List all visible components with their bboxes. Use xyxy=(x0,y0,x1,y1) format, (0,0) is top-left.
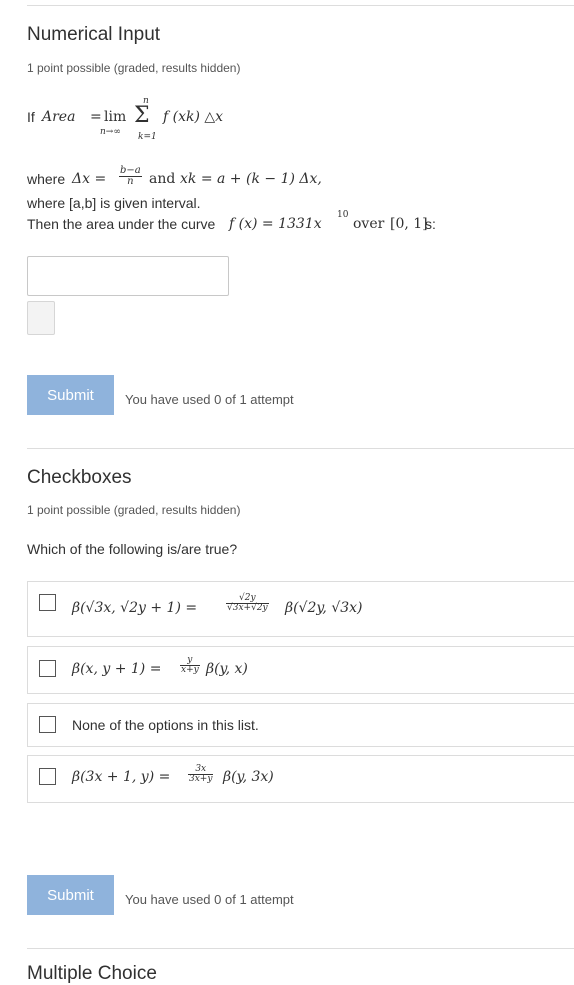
formula-area: If Area = lim n→∞ n Σ k=1 f (xk) △x xyxy=(27,96,327,146)
option-fraction-den: x+y xyxy=(181,665,199,675)
option-checkbox[interactable] xyxy=(39,594,56,611)
then-over: over xyxy=(353,216,385,232)
option-3[interactable]: None of the options in this list. xyxy=(27,703,574,747)
problem-title: Numerical Input xyxy=(27,24,161,45)
option-4[interactable]: β(3x + 1, y) = 3x 3x+y β(y, 3x) xyxy=(27,755,574,803)
option-checkbox[interactable] xyxy=(39,768,56,785)
answer-preview-box xyxy=(27,301,55,335)
where-dx: Δx = xyxy=(72,171,107,187)
where-xk: xk = a + (k − 1) Δx, xyxy=(180,171,322,187)
formula-lim-sub: n→∞ xyxy=(100,127,121,137)
option-lhs: β(3x + 1, y) = xyxy=(72,769,171,785)
option-checkbox[interactable] xyxy=(39,660,56,677)
then-interval: [0, 1] xyxy=(390,216,428,232)
option-1[interactable]: β(√3x, √2y + 1) = √2y √3x+√2y β(√2y, √3x… xyxy=(27,581,574,637)
option-fraction: 3x 3x+y xyxy=(188,765,214,784)
then-prefix: Then the area under the curve xyxy=(27,216,216,232)
submit-button[interactable]: Submit xyxy=(27,875,114,915)
question-text: Which of the following is/are true? xyxy=(27,541,238,557)
then-function: f (x) = 1331x xyxy=(229,216,322,232)
option-rhs: β(y, 3x) xyxy=(223,769,274,785)
formula-area-var: Area xyxy=(42,109,76,125)
option-fraction: y x+y xyxy=(180,656,200,675)
where-fraction-den: n xyxy=(127,176,134,187)
option-rhs: β(√2y, √3x) xyxy=(285,600,363,616)
where-fraction: b−a n xyxy=(119,166,142,187)
where-line-1: where Δx = b−a n and xk = a + (k − 1) Δx… xyxy=(27,166,387,190)
where-and: and xyxy=(149,171,176,187)
then-exponent: 10 xyxy=(337,210,349,220)
option-2[interactable]: β(x, y + 1) = y x+y β(y, x) xyxy=(27,646,574,694)
option-fraction-den: 3x+y xyxy=(189,774,213,784)
answer-input[interactable] xyxy=(27,256,229,296)
formula-if: If xyxy=(27,109,35,125)
option-lhs: β(x, y + 1) = xyxy=(72,661,162,677)
then-line: Then the area under the curve f (x) = 13… xyxy=(27,208,527,234)
option-rhs: β(y, x) xyxy=(206,661,248,677)
formula-sum-bottom: k=1 xyxy=(138,132,157,142)
formula-lim: lim xyxy=(104,109,127,125)
option-fraction-den: √3x+√2y xyxy=(227,603,268,613)
problem-points: 1 point possible (graded, results hidden… xyxy=(27,503,241,517)
then-suffix: s: xyxy=(425,216,436,232)
formula-body: f (xk) △x xyxy=(163,109,224,125)
submit-button[interactable]: Submit xyxy=(27,375,114,415)
formula-sum: Σ xyxy=(134,103,150,128)
section-divider xyxy=(27,948,574,949)
attempts-text: You have used 0 of 1 attempt xyxy=(125,392,294,407)
top-divider xyxy=(27,5,574,6)
option-lhs: β(√3x, √2y + 1) = xyxy=(72,600,198,616)
problem-title: Checkboxes xyxy=(27,467,132,488)
problem-points: 1 point possible (graded, results hidden… xyxy=(27,61,241,75)
option-text: None of the options in this list. xyxy=(72,717,259,733)
option-checkbox[interactable] xyxy=(39,716,56,733)
problem-title: Multiple Choice xyxy=(27,963,157,984)
formula-equals: = xyxy=(90,109,102,125)
section-divider xyxy=(27,448,574,449)
attempts-text: You have used 0 of 1 attempt xyxy=(125,892,294,907)
where-prefix: where xyxy=(27,171,66,187)
option-fraction: √2y √3x+√2y xyxy=(226,594,269,613)
